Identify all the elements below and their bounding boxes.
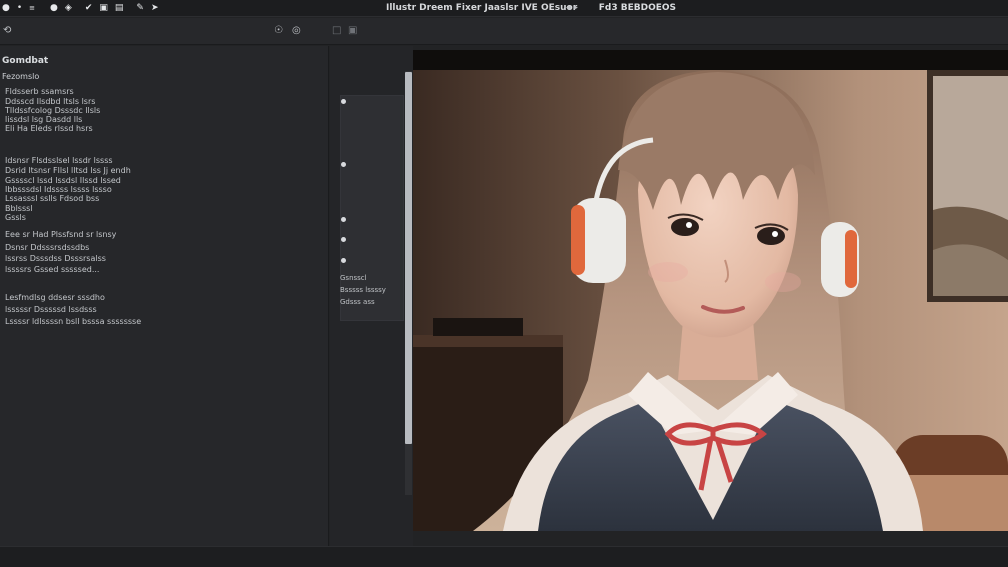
panel-line: Dsrid ltsnsr Fllsl lltsd lss Jj endh: [5, 166, 131, 175]
thumbnail-caption: Gdsss ass: [340, 298, 375, 306]
panel-line: Dsnsr Ddsssrsdssdbs: [5, 243, 90, 252]
thumbnail-caption: Gsnsscl: [340, 274, 367, 282]
circle-icon[interactable]: ●: [50, 1, 58, 16]
toolbar: ⟲ ☉ ◎ □ ▣: [0, 18, 1008, 45]
marker-dot[interactable]: [341, 217, 346, 222]
app-icon[interactable]: ●: [2, 1, 10, 16]
marker-dot[interactable]: [341, 258, 346, 263]
panel-subheader: Fezomslo: [2, 72, 40, 81]
title-bar: ● • ≡ ● ◈ ✔ ▣ ▤ ✎ ➤ Illustr Dreem Fixer …: [0, 0, 1008, 17]
panel-line: Lesfmdlsg ddsesr sssdho: [5, 293, 105, 302]
marker-dot[interactable]: [341, 237, 346, 242]
frame-icon[interactable]: □: [332, 24, 341, 38]
window-title: Illustr Dreem Fixer Jaaslsr IVE OEsuor: [386, 3, 578, 13]
nav-icon[interactable]: ≡: [29, 1, 35, 16]
panel-line: Idsnsr Flsdsslsel lssdr lssss: [5, 156, 113, 165]
panel-line: lssssrs Gssed sssssed...: [5, 265, 100, 274]
portrait-image: [413, 50, 1008, 531]
target-icon[interactable]: ◎: [292, 24, 301, 38]
marker-dot[interactable]: [341, 162, 346, 167]
dot-icon[interactable]: •: [17, 1, 22, 16]
pointer-icon[interactable]: ➤: [151, 1, 159, 16]
title-bar-icons: ● • ≡ ● ◈ ✔ ▣ ▤ ✎ ➤: [2, 1, 159, 16]
layers-icon[interactable]: ▤: [115, 1, 124, 16]
version-label: Fd3 BEBDOEOS: [598, 3, 677, 13]
check-icon[interactable]: ✔: [85, 1, 93, 16]
panel-line: Lssasssl sslls Fdsod bss: [5, 194, 100, 203]
window-status: ◂ ▸ Fd3 BEBDOEOS: [566, 0, 676, 17]
refresh-icon[interactable]: ⟲: [3, 24, 11, 38]
panel-line: Lssssr ldlssssn bsll bsssa ssssssse: [5, 317, 142, 326]
navigation-arrows[interactable]: ◂ ▸: [566, 3, 578, 13]
document-icon[interactable]: ▣: [99, 1, 108, 16]
shield-icon[interactable]: ◈: [65, 1, 72, 16]
status-bar: [0, 546, 1008, 567]
panel-line: Gssls: [5, 213, 26, 222]
panel-line: Eee sr Had Plssfsnd sr lsnsy: [5, 230, 117, 239]
panel-line: Eli Ha Eleds rlssd hsrs: [5, 124, 93, 133]
edit-icon[interactable]: ✎: [136, 1, 144, 16]
panel-line: Fldsserb ssamsrs: [5, 87, 74, 96]
grid-icon[interactable]: ▣: [348, 24, 357, 38]
panel-line: lsssssr Dsssssd lssdsss: [5, 305, 97, 314]
thumbnail-caption: Bsssss lssssy: [340, 286, 386, 294]
panel-line: lssrss Dsssdss Dsssrsalss: [5, 254, 106, 263]
thumbnail-strip-panel: Gsnsscl Bsssss lssssy Gdsss ass: [330, 46, 413, 546]
image-preview[interactable]: [413, 50, 1008, 531]
scrollbar-thumb[interactable]: [405, 72, 412, 444]
marker-dot[interactable]: [341, 99, 346, 104]
properties-panel: Gomdbat Fezomslo Fldsserb ssamsrs Ddsscd…: [0, 46, 329, 546]
panel-header: Gomdbat: [2, 56, 49, 66]
sun-icon[interactable]: ☉: [274, 24, 283, 38]
